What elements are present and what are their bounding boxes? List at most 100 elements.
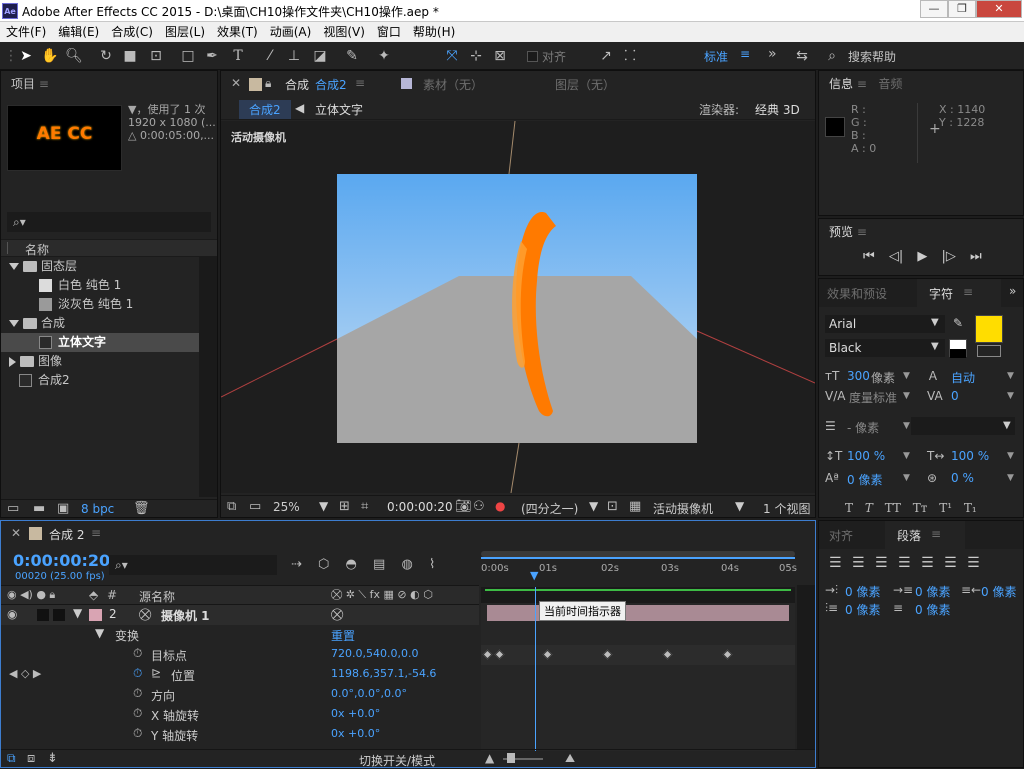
graph-icon[interactable]: ⊵: [151, 666, 161, 680]
transparency-grid-icon[interactable]: ▦: [629, 499, 641, 514]
motion-blur-icon[interactable]: ◍: [401, 557, 412, 572]
lock-icon[interactable]: 🔒︎: [265, 76, 271, 91]
close-tab-icon[interactable]: ✕: [231, 76, 241, 90]
layer-row-camera[interactable]: ◉ ▼ 2 ⛒ 摄像机 1 ⛒: [1, 605, 479, 625]
stopwatch-icon[interactable]: ⏱: [133, 726, 142, 741]
visibility-eye-icon[interactable]: ◉: [7, 607, 17, 621]
menu-file[interactable]: 文件(F): [0, 22, 52, 42]
draft-3d-icon[interactable]: ⬡: [318, 557, 329, 572]
views-select[interactable]: 1 个视图: [763, 500, 810, 517]
timeline-comp-tab[interactable]: 合成 2: [49, 526, 84, 543]
zoom-in-icon[interactable]: ⛰: [565, 751, 575, 766]
renderer-value[interactable]: 经典 3D: [755, 101, 800, 118]
panel-menu-icon[interactable]: ≡: [39, 77, 49, 91]
composition-canvas[interactable]: 活动摄像机: [221, 121, 815, 493]
align-left-icon[interactable]: ☰: [829, 555, 842, 571]
lock-switch[interactable]: [53, 609, 65, 621]
restore-button[interactable]: ❐: [948, 0, 976, 18]
timeline-search-input[interactable]: ⌕▾: [109, 555, 277, 575]
kerning-dropdown-icon[interactable]: ▼: [903, 391, 910, 401]
zoom-out-icon[interactable]: ▲: [485, 751, 494, 765]
justify-all-icon[interactable]: ☰: [967, 555, 980, 571]
style-dropdown-icon[interactable]: ▼: [931, 341, 939, 352]
panel-menu-icon[interactable]: ≡: [931, 527, 941, 541]
previous-frame-icon[interactable]: ◁|: [889, 249, 903, 264]
superscript-icon[interactable]: T¹: [939, 501, 952, 515]
camera-layer-bar[interactable]: [487, 605, 789, 621]
layer-switches-toggle-icon[interactable]: ⧉: [7, 751, 16, 766]
interpret-footage-icon[interactable]: ▭: [7, 501, 19, 516]
panel-menu-icon[interactable]: ≡: [91, 526, 101, 540]
character-tab[interactable]: 字符: [929, 285, 953, 302]
frame-blending-icon[interactable]: ▤: [373, 557, 385, 572]
menu-help[interactable]: 帮助(H): [407, 22, 461, 42]
clone-stamp-tool-icon[interactable]: ⊥: [284, 46, 304, 66]
leading-dropdown-icon[interactable]: ▼: [1007, 371, 1014, 381]
property-value[interactable]: 1198.6,357.1,-54.6: [331, 667, 436, 680]
safe-zones-icon[interactable]: ⌗: [361, 499, 368, 514]
minimize-button[interactable]: —: [920, 0, 948, 18]
font-family-select[interactable]: Arial: [825, 315, 945, 333]
tsume-dropdown-icon[interactable]: ▼: [1007, 473, 1014, 483]
sync-settings-icon[interactable]: ⇆: [792, 46, 812, 66]
snapshot-icon[interactable]: 📷︎: [455, 499, 472, 514]
hand-tool-icon[interactable]: ✋: [40, 46, 60, 66]
new-composition-icon[interactable]: ▣: [57, 501, 69, 516]
hscale-dropdown-icon[interactable]: ▼: [1007, 451, 1014, 461]
timeline-timecode[interactable]: 0:00:00:20: [13, 551, 110, 570]
stroke-order-dropdown-icon[interactable]: ▼: [1003, 420, 1011, 431]
search-help-field[interactable]: 搜索帮助: [848, 48, 896, 65]
keyframe-navigator-icons[interactable]: ◀ ◇ ▶: [9, 667, 41, 680]
color-channels-icon[interactable]: ●: [495, 499, 505, 513]
stopwatch-icon[interactable]: ⏱: [133, 686, 142, 701]
world-axis-mode-icon[interactable]: ⊹: [466, 46, 486, 66]
list-item[interactable]: 淡灰色 纯色 1: [1, 295, 217, 314]
snap-checkbox[interactable]: [527, 51, 538, 62]
eraser-tool-icon[interactable]: ◪: [310, 46, 330, 66]
align-center-icon[interactable]: ☰: [852, 555, 865, 571]
resolution-select[interactable]: (四分之一): [521, 500, 578, 517]
brush-tool-icon[interactable]: ⁄: [260, 46, 280, 66]
baseline-shift-value[interactable]: 0 像素: [847, 471, 882, 488]
layer-name[interactable]: 摄像机 1: [161, 607, 210, 624]
space-after-value[interactable]: 0 像素: [915, 601, 950, 618]
pen-tool-icon[interactable]: ✒: [202, 46, 222, 66]
delete-icon[interactable]: 🗑︎: [133, 501, 150, 516]
audio-tab[interactable]: 音频: [878, 77, 902, 91]
show-snapshot-icon[interactable]: ⚇: [473, 499, 485, 514]
view-axis-mode-icon[interactable]: ⊠: [490, 46, 510, 66]
camera-dropdown-icon[interactable]: ▼: [735, 499, 744, 513]
zoom-slider-thumb[interactable]: [507, 753, 515, 763]
align-right-icon[interactable]: ☰: [875, 555, 888, 571]
time-ruler[interactable]: 0:00s 01s 02s 03s 04s 05s: [481, 551, 797, 587]
list-item[interactable]: 图像: [1, 352, 217, 371]
fill-color-swatch[interactable]: [975, 315, 1003, 343]
name-column-header[interactable]: 名称: [25, 241, 49, 258]
solo-switch[interactable]: [37, 609, 49, 621]
font-size-value[interactable]: 300: [847, 369, 870, 383]
comp-tab-name[interactable]: 合成2: [315, 76, 347, 93]
x-rotation-row[interactable]: ⏱ X 轴旋转 0x +0.0°: [1, 705, 479, 725]
play-icon[interactable]: ▶: [917, 249, 927, 264]
stopwatch-icon[interactable]: ⏱: [133, 646, 142, 661]
graph-editor-icon[interactable]: ⌇: [429, 557, 435, 572]
shy-switch-icon[interactable]: ⛒: [331, 607, 343, 622]
faux-bold-icon[interactable]: T: [845, 501, 853, 515]
property-value[interactable]: 0x +0.0°: [331, 707, 380, 720]
breadcrumb-3dtext[interactable]: 立体文字: [315, 101, 363, 118]
eyedropper-icon[interactable]: ✎: [953, 316, 963, 330]
all-caps-icon[interactable]: TT: [885, 501, 901, 515]
vscale-dropdown-icon[interactable]: ▼: [903, 451, 910, 461]
property-value[interactable]: 0.0°,0.0°,0.0°: [331, 687, 407, 700]
always-preview-icon[interactable]: ⧉: [227, 499, 236, 514]
region-of-interest-icon[interactable]: ⊡: [607, 499, 618, 514]
faux-italic-icon[interactable]: T: [865, 501, 873, 515]
menu-layer[interactable]: 图层(L): [159, 22, 211, 42]
property-value[interactable]: 0x +0.0°: [331, 727, 380, 740]
list-item-selected[interactable]: 立体文字: [1, 333, 199, 352]
menu-window[interactable]: 窗口: [371, 22, 407, 42]
menu-animation[interactable]: 动画(A): [264, 22, 318, 42]
reset-link[interactable]: 重置: [331, 627, 355, 644]
comp-tab-label[interactable]: 合成: [285, 76, 309, 93]
menu-composition[interactable]: 合成(C): [105, 22, 159, 42]
